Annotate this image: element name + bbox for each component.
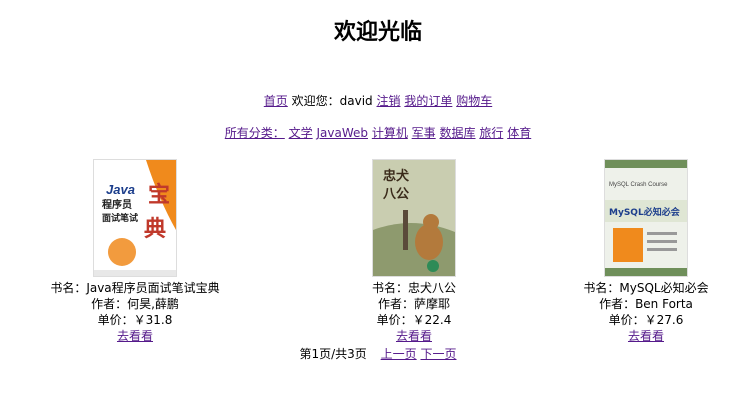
book-cover-java[interactable]: Java 程序员 面试笔试 宝 典 [93, 159, 177, 277]
cover-char-dian: 典 [144, 217, 166, 242]
cover-title-line3: 面试笔试 [102, 212, 138, 224]
book-author: 作者：萨摩耶 [377, 297, 450, 311]
cover-title-mysql-en: MySQL Crash Course [609, 182, 668, 188]
category-sports[interactable]: 体育 [507, 126, 531, 140]
category-computer[interactable]: 计算机 [372, 126, 408, 140]
cover-title-line2: 程序员 [102, 198, 132, 211]
book-detail-link[interactable]: 去看看 [628, 329, 664, 343]
cover-title-hachiko-1: 忠犬 [383, 168, 410, 184]
cover-title-mysql-cn: MySQL必知必会 [609, 206, 681, 218]
home-link[interactable]: 首页 [264, 94, 288, 108]
category-travel[interactable]: 旅行 [479, 126, 503, 140]
category-javaweb[interactable]: JavaWeb [316, 126, 368, 140]
mysql-cover-art: MySQL Crash Course MySQL必知必会 [605, 160, 687, 276]
book-card-mysql: MySQL Crash Course MySQL必知必会 书名：MySQL必知必… [536, 159, 756, 344]
category-bar: 所有分类： 文学 JavaWeb 计算机 军事 数据库 旅行 体育 [0, 125, 756, 141]
category-literature[interactable]: 文学 [289, 126, 313, 140]
book-name: 书名：忠犬八公 [371, 281, 456, 295]
top-nav: 首页 欢迎您：david 注销 我的订单 购物车 [0, 93, 756, 109]
book-name: 书名：MySQL必知必会 [583, 281, 709, 295]
java-cover-art: Java 程序员 面试笔试 宝 典 [94, 160, 176, 276]
cover-char-bao: 宝 [148, 182, 170, 208]
book-price: 单价：￥31.8 [97, 313, 173, 327]
book-cover-mysql[interactable]: MySQL Crash Course MySQL必知必会 [604, 159, 688, 277]
prev-page-link[interactable]: 上一页 [381, 347, 417, 361]
category-database[interactable]: 数据库 [440, 126, 476, 140]
book-author: 作者：何昊,薛鹏 [91, 297, 179, 311]
book-name: 书名：Java程序员面试笔试宝典 [50, 281, 220, 295]
book-card-java: Java 程序员 面试笔试 宝 典 书名：Java程序员面试笔试宝典 作者：何昊… [25, 159, 245, 344]
logout-link[interactable]: 注销 [377, 94, 401, 108]
book-card-hachiko: 忠犬 八公 书名：忠犬八公 作者：萨摩耶 单价：￥22.4 去看看 [304, 159, 524, 344]
book-cover-hachiko[interactable]: 忠犬 八公 [372, 159, 456, 277]
my-orders-link[interactable]: 我的订单 [404, 94, 452, 108]
welcome-text: 欢迎您： [291, 94, 340, 108]
page-title: 欢迎光临 [333, 20, 422, 45]
category-military[interactable]: 军事 [412, 126, 436, 140]
book-price: 单价：￥22.4 [376, 313, 452, 327]
cart-link[interactable]: 购物车 [456, 94, 492, 108]
book-detail-link[interactable]: 去看看 [396, 329, 432, 343]
next-page-link[interactable]: 下一页 [420, 347, 456, 361]
book-author: 作者：Ben Forta [599, 297, 693, 311]
book-price: 单价：￥27.6 [608, 313, 684, 327]
hachiko-cover-art: 忠犬 八公 [373, 160, 455, 276]
page-status: 第1页/共3页 [299, 347, 367, 361]
book-detail-link[interactable]: 去看看 [117, 329, 153, 343]
cover-title-java: Java [106, 182, 135, 197]
pagination: 第1页/共3页 上一页 下一页 [0, 346, 756, 362]
cover-title-hachiko-2: 八公 [382, 187, 409, 202]
username: david [339, 94, 373, 108]
all-categories-link[interactable]: 所有分类： [225, 126, 285, 140]
